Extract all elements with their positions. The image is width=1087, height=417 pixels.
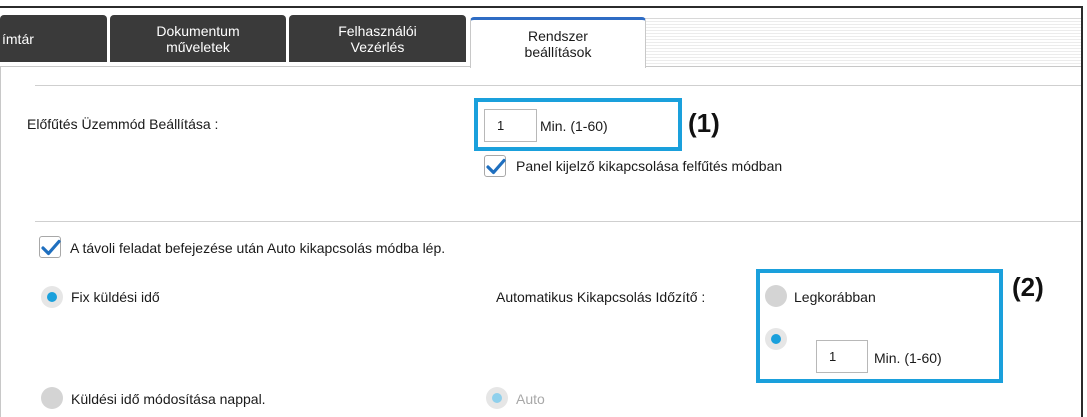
- preheat-mode-label: Előfűtés Üzemmód Beállítása :: [27, 116, 219, 132]
- tab-document-operations[interactable]: Dokumentum műveletek: [110, 15, 286, 62]
- fixed-send-time-label: Fix küldési idő: [71, 289, 160, 305]
- auto-radio[interactable]: [486, 387, 508, 409]
- remote-auto-off-checkbox[interactable]: [39, 236, 61, 258]
- tab-user-control-label: Felhasználói Vezérlés: [338, 22, 417, 55]
- timer-minutes-radio[interactable]: [765, 328, 787, 350]
- tab-document-operations-label: Dokumentum műveletek: [156, 22, 240, 55]
- checkmark-icon: [486, 158, 506, 175]
- auto-off-unit-label: Min. (1-60): [874, 350, 942, 366]
- auto-off-timer-label: Automatikus Kikapcsolás Időzítő :: [496, 289, 706, 305]
- checkmark-icon: [41, 239, 61, 256]
- tab-bar: ímtár Dokumentum műveletek Felhasználói …: [0, 0, 1087, 68]
- earliest-label: Legkorábban: [794, 289, 876, 305]
- daytime-send-time-label: Küldési idő módosítása nappal.: [71, 391, 266, 407]
- tab-address-book-label: ímtár: [2, 30, 34, 47]
- section-divider-2: [35, 221, 1081, 222]
- tab-system-settings-label: Rendszer beállítások: [524, 28, 592, 60]
- auto-label: Auto: [516, 391, 545, 407]
- panel-off-checkbox[interactable]: [484, 155, 506, 177]
- earliest-radio[interactable]: [765, 285, 787, 307]
- remote-auto-off-label: A távoli feladat befejezése után Auto ki…: [70, 240, 446, 256]
- callout-box-1: [474, 98, 682, 151]
- tab-system-settings[interactable]: Rendszer beállítások: [470, 17, 646, 68]
- tab-bar-filler: [645, 18, 1081, 66]
- fixed-send-time-radio[interactable]: [41, 286, 63, 308]
- section-divider: [35, 85, 1081, 86]
- auto-off-minutes-input[interactable]: [816, 340, 868, 373]
- daytime-send-time-radio[interactable]: [41, 387, 63, 409]
- content-left-border: [0, 66, 1, 417]
- panel-off-label: Panel kijelző kikapcsolása felfűtés módb…: [516, 158, 783, 174]
- callout-label-1: (1): [688, 108, 720, 138]
- tab-address-book[interactable]: ímtár: [0, 15, 107, 62]
- callout-label-2: (2): [1012, 272, 1044, 302]
- tab-user-control[interactable]: Felhasználói Vezérlés: [289, 15, 466, 62]
